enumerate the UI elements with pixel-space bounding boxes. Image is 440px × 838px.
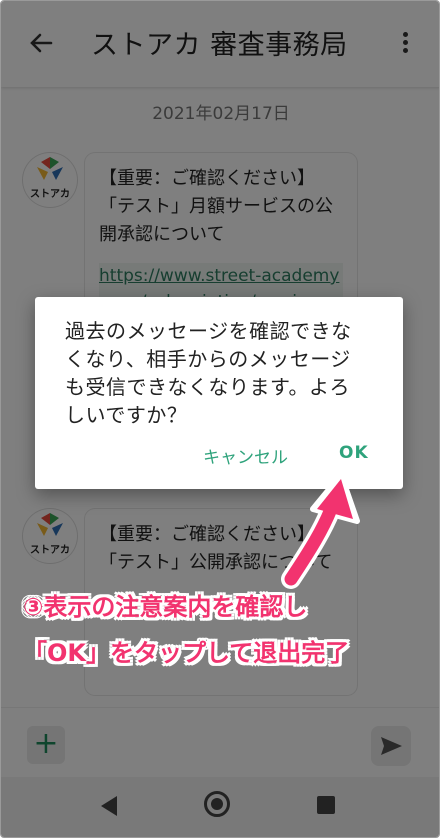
confirm-dialog: 過去のメッセージを確認できな くなり、相手からのメッセージ も受信できなくなりま…	[35, 297, 403, 489]
dialog-message-line: も受信できなくなります。よろ	[65, 375, 350, 399]
dialog-message: 過去のメッセージを確認できな くなり、相手からのメッセージ も受信できなくなりま…	[65, 317, 385, 429]
cancel-button[interactable]: キャンセル	[203, 443, 288, 468]
dialog-message-line: しいですか？	[65, 403, 188, 427]
ok-button[interactable]: OK	[339, 443, 369, 463]
annotation-arrow-icon	[281, 472, 360, 589]
phone-screen: ストアカ 審査事務局 2021年02月17日 ストアカ 【重要：ご確認ください】…	[0, 0, 440, 838]
dialog-message-line: 過去のメッセージを確認できな	[65, 319, 352, 343]
dialog-message-line: くなり、相手からのメッセージ	[65, 347, 351, 371]
annotation-line: ③表示の注意案内を確認し	[23, 593, 308, 621]
annotation-line: 「OK」をタップして退出完了	[23, 639, 350, 667]
